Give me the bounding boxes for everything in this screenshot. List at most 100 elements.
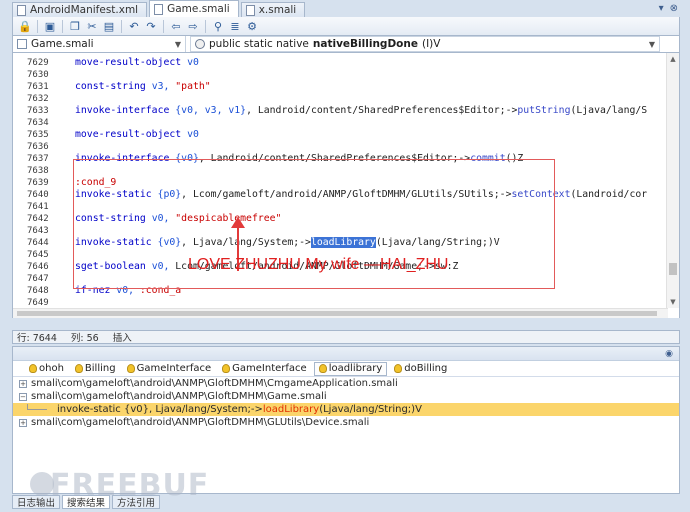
expand-icon[interactable]: + [19,418,27,427]
line-number: 7630 [27,70,49,80]
vertical-scrollbar[interactable]: ▲ ▼ [666,53,679,308]
scroll-thumb[interactable] [669,263,677,275]
scroll-up-icon[interactable]: ▲ [667,53,679,65]
lightbulb-icon [74,364,83,373]
line-number: 7643 [27,226,49,236]
copy-icon[interactable]: ❐ [67,19,83,34]
toolbar-separator [205,19,206,33]
code-line: 7632 [13,93,679,105]
class-dropdown-value: Game.smali [31,38,94,50]
toolbar-separator [62,19,63,33]
redo-icon[interactable]: ↷ [143,19,159,34]
smali-file-icon [245,4,255,16]
editor-toolbar: 🔒 ▣ ❐ ✂ ▤ ↶ ↷ ⇦ ⇨ ⚲ ≣ ⚙ [12,17,680,35]
expand-icon[interactable]: + [19,379,27,388]
editor-tab-bar: AndroidManifest.xml Game.smali x.smali ▾… [12,0,680,17]
search-tab[interactable]: GameInterface [123,362,216,376]
lightbulb-icon [29,364,37,373]
code-token: (Ljava/lang/S [570,105,648,116]
lock-icon[interactable]: 🔒 [17,19,33,34]
tab-label: AndroidManifest.xml [30,4,139,16]
search-tab-label: Billing [84,363,116,374]
scroll-thumb[interactable] [17,311,657,316]
match-prefix: invoke-static {v0}, Ljava/lang/System;-> [57,404,263,415]
code-line: 7633 invoke-interface {v0, v3, v1}, Landr… [13,105,679,117]
search-tab-label: doBilling [404,363,448,374]
collapse-icon[interactable]: ◉ [665,349,673,359]
line-number: 7637 [27,154,49,164]
build-icon[interactable]: ⚙ [244,19,260,34]
save-icon[interactable]: ▣ [42,19,58,34]
annotation-arrow-head [231,217,245,228]
lightbulb-icon [222,364,231,373]
result-file-row[interactable]: − smali\com\gameloft\android\ANMP\GloftD… [13,390,679,403]
navigation-bar: Game.smali ▼ public static native native… [12,35,680,53]
toolbar-separator [37,19,38,33]
line-number: 7645 [27,250,49,260]
tab-log-output[interactable]: 日志输出 [12,495,61,509]
annotation-text: LOVE ZHUZHU My wife —HAI_ZHU [188,256,449,273]
close-icon[interactable]: ⊗ [670,3,678,14]
search-tab-label: GameInterface [232,363,307,374]
search-tab-label: loadlibrary [328,363,383,374]
panel-header: ◉ [13,347,679,361]
lightbulb-icon [126,364,135,373]
method-dropdown[interactable]: public static native nativeBillingDone (… [190,36,660,52]
method-name: nativeBillingDone [312,38,418,50]
result-file-row[interactable]: + smali\com\gameloft\android\ANMP\GloftD… [13,377,679,390]
horizontal-scrollbar[interactable] [13,308,668,318]
status-row: 行: 7644 [17,333,57,344]
line-number: 7631 [27,82,49,92]
code-text: const-string v3, "path" [75,81,211,93]
result-file-row[interactable]: + smali\com\gameloft\android\ANMP\GloftD… [13,416,679,429]
bottom-panel-tabs: 日志输出 搜索结果 方法引用 [12,494,680,510]
line-number: 7644 [27,238,49,248]
code-token: const-string [75,81,152,92]
code-token: , Landroid/content/SharedPreferences$Edi… [246,105,518,116]
method-icon [195,39,205,49]
tab-method-references[interactable]: 方法引用 [112,495,161,509]
match-keyword: loadLibrary [262,404,320,415]
undo-icon[interactable]: ↶ [126,19,142,34]
code-editor[interactable]: 7629 move-result-object v0 7630 7631 const-s… [12,53,680,318]
search-tab-active[interactable]: loadlibrary [313,361,388,376]
tab-game-smali[interactable]: Game.smali [149,0,239,17]
search-tab[interactable]: ohoh [25,362,68,376]
line-number: 7642 [27,214,49,224]
tab-androidmanifest[interactable]: AndroidManifest.xml [12,2,148,17]
cut-icon[interactable]: ✂ [84,19,100,34]
code-token: {v0, v3, v1} [175,105,247,116]
search-tab[interactable]: Billing [71,362,120,376]
tabbar-controls: ▾ ⊗ [659,0,680,17]
search-tabs: ohoh Billing GameInterface GameInterface… [13,361,679,377]
find-icon[interactable]: ⚲ [210,19,226,34]
format-icon[interactable]: ≣ [227,19,243,34]
line-number: 7634 [27,118,49,128]
line-number: 7638 [27,166,49,176]
tab-x-smali[interactable]: x.smali [240,2,306,17]
code-line: 7636 [13,141,679,153]
tab-list-icon[interactable]: ▾ [659,3,664,14]
line-number: 7632 [27,94,49,104]
collapse-tree-icon[interactable]: − [19,392,27,401]
line-number: 7629 [27,58,49,68]
result-match-row[interactable]: invoke-static {v0}, Ljava/lang/System;->… [13,403,679,416]
class-dropdown[interactable]: Game.smali ▼ [13,36,186,52]
forward-icon[interactable]: ⇨ [185,19,201,34]
scroll-down-icon[interactable]: ▼ [667,296,679,308]
tab-label: x.smali [258,4,297,16]
paste-icon[interactable]: ▤ [101,19,117,34]
search-tab-label: GameInterface [136,363,212,374]
back-icon[interactable]: ⇦ [168,19,184,34]
result-file-path: smali\com\gameloft\android\ANMP\GloftDMH… [31,378,398,389]
line-number: 7635 [27,130,49,140]
status-col: 列: 56 [70,333,99,344]
search-tab[interactable]: GameInterface [218,362,311,376]
chevron-down-icon: ▼ [174,39,181,49]
search-tab[interactable]: doBilling [390,362,451,376]
tab-search-results[interactable]: 搜索结果 [62,495,111,509]
tree-connector [27,403,47,410]
result-file-path: smali\com\gameloft\android\ANMP\GloftDMH… [31,417,370,428]
result-file-path: smali\com\gameloft\android\ANMP\GloftDMH… [31,391,327,402]
line-number: 7646 [27,262,49,272]
